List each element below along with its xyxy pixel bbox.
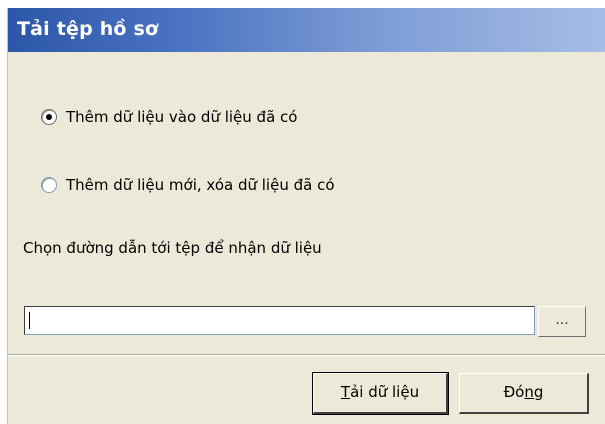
load-data-button[interactable]: Tải dữ liệu (312, 372, 449, 415)
close-button[interactable]: Đóng (459, 373, 589, 414)
radio-selected-dot (46, 114, 52, 120)
close-label-prefix: Đó (503, 383, 525, 401)
footer-divider (8, 354, 605, 356)
radio-append-data-label[interactable]: Thêm dữ liệu vào dữ liệu đã có (66, 108, 297, 126)
load-data-mnemonic: T (340, 383, 351, 401)
close-label-suffix: g (533, 383, 544, 401)
file-path-input[interactable] (24, 306, 535, 335)
radio-replace-data-label[interactable]: Thêm dữ liệu mới, xóa dữ liệu đã có (66, 176, 335, 194)
close-mnemonic: n (524, 383, 534, 401)
path-prompt-label: Chọn đường dẫn tới tệp để nhận dữ liệu (23, 239, 322, 257)
text-caret (29, 312, 30, 329)
browse-button[interactable]: ... (538, 306, 586, 337)
dialog-title: Tải tệp hồ sơ (17, 18, 159, 40)
radio-replace-data[interactable] (41, 177, 57, 193)
radio-append-data[interactable] (41, 109, 57, 125)
title-bar[interactable]: Tải tệp hồ sơ (8, 8, 605, 52)
load-data-label-rest: ải dữ liệu (350, 383, 420, 401)
load-profile-dialog: Tải tệp hồ sơ Thêm dữ liệu vào dữ liệu đ… (7, 8, 605, 424)
